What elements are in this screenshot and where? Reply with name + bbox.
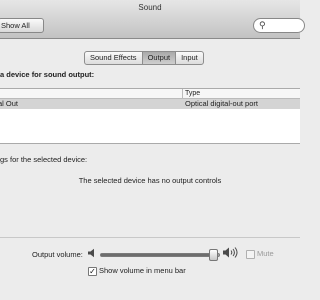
search-input[interactable] xyxy=(269,20,301,30)
device-type: Optical digital-out port xyxy=(185,99,258,108)
output-heading: a device for sound output: xyxy=(0,70,95,79)
show-volume-label: Show volume in menu bar xyxy=(99,266,186,275)
table-row[interactable]: al Out Optical digital-out port xyxy=(0,99,300,109)
table-header: Type xyxy=(0,89,300,99)
window-title: Sound xyxy=(138,3,162,12)
show-volume-checkbox[interactable]: ✓ xyxy=(88,267,97,276)
settings-label: gs for the selected device: xyxy=(0,155,88,164)
tab-output[interactable]: Output xyxy=(142,52,177,64)
title-bar: Sound Show All ⚲ xyxy=(0,0,305,39)
mute-checkbox[interactable] xyxy=(246,250,255,259)
speaker-low-icon xyxy=(88,248,94,258)
speaker-high-icon xyxy=(223,247,238,258)
search-icon: ⚲ xyxy=(259,20,266,30)
device-name: al Out xyxy=(0,99,19,108)
column-header-type[interactable]: Type xyxy=(185,89,200,98)
no-controls-message: The selected device has no output contro… xyxy=(78,176,222,185)
volume-slider-fill xyxy=(101,254,214,256)
column-separator xyxy=(182,89,183,98)
tab-sound-effects[interactable]: Sound Effects xyxy=(85,52,143,64)
volume-slider[interactable] xyxy=(100,249,220,261)
device-table: Type al Out Optical digital-out port xyxy=(0,88,300,144)
search-field[interactable]: ⚲ xyxy=(253,18,305,33)
checkmark-icon: ✓ xyxy=(89,267,96,276)
output-volume-label: Output volume: xyxy=(32,250,83,259)
show-all-button[interactable]: Show All xyxy=(0,18,44,33)
divider xyxy=(0,237,300,238)
mute-label: Mute xyxy=(257,249,274,258)
volume-slider-thumb[interactable] xyxy=(209,249,219,261)
tab-bar: Sound Effects Output Input xyxy=(84,51,204,65)
tab-input[interactable]: Input xyxy=(176,52,203,64)
